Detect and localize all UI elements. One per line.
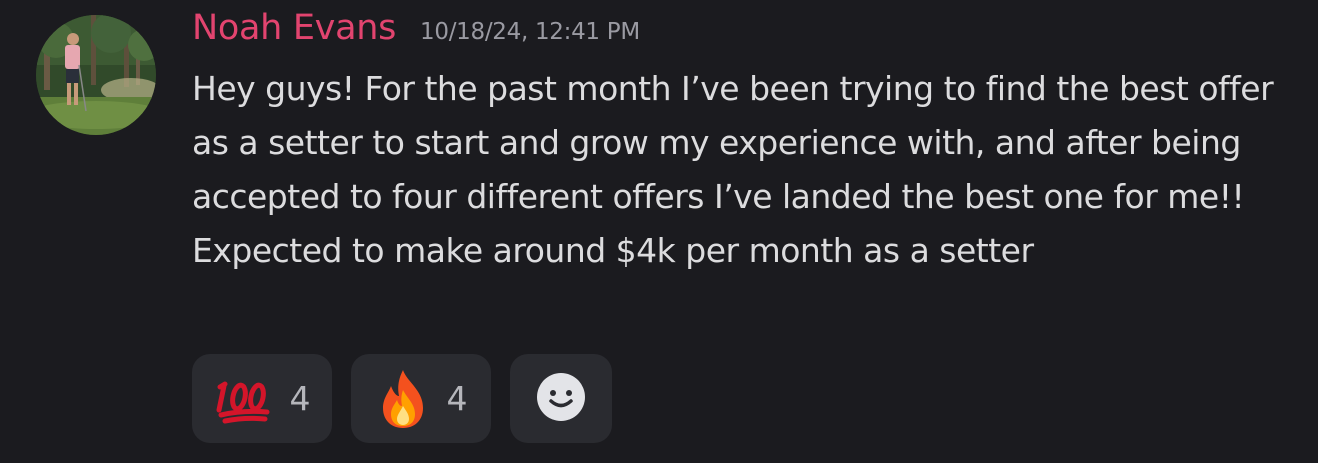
avatar[interactable]: [36, 15, 156, 135]
reaction-hundred-points[interactable]: 4: [192, 354, 332, 443]
hundred-points-icon: [214, 369, 274, 429]
chat-message: Noah Evans 10/18/24, 12:41 PM Hey guys! …: [0, 0, 1318, 463]
smiley-icon: [536, 372, 586, 426]
add-reaction-button[interactable]: [510, 354, 612, 443]
reaction-count: 4: [446, 379, 468, 418]
author-name[interactable]: Noah Evans: [192, 8, 396, 48]
reaction-count: 4: [289, 379, 311, 418]
reaction-fire[interactable]: 4: [351, 354, 491, 443]
avatar-photo: [36, 15, 156, 135]
fire-icon: [375, 368, 431, 430]
message-timestamp: 10/18/24, 12:41 PM: [420, 19, 640, 45]
message-header: Noah Evans 10/18/24, 12:41 PM: [192, 8, 1292, 58]
message-text: Hey guys! For the past month I’ve been t…: [192, 69, 1274, 270]
message-content: Noah Evans 10/18/24, 12:41 PM Hey guys! …: [192, 8, 1292, 278]
reaction-bar: 4 4: [192, 354, 612, 443]
